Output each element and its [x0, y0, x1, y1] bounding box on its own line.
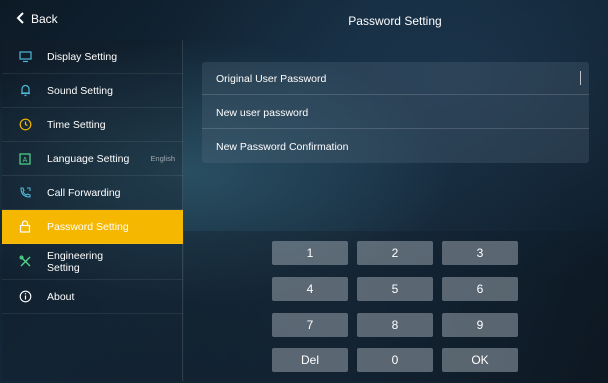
new-password-field[interactable]: New user password	[202, 96, 589, 129]
sidebar-item-label: Password Setting	[47, 220, 129, 233]
key-4[interactable]: 4	[272, 277, 348, 301]
tools-icon	[18, 255, 32, 269]
confirm-password-field[interactable]: New Password Confirmation	[202, 130, 589, 163]
key-1[interactable]: 1	[272, 241, 348, 265]
sidebar-item-call-forwarding[interactable]: Call Forwarding	[2, 176, 183, 210]
key-9[interactable]: 9	[442, 313, 518, 337]
field-label: New user password	[216, 107, 309, 119]
phone-forward-icon	[18, 186, 32, 200]
top-bar: Back Password Setting	[2, 2, 606, 40]
numeric-keypad: 1 2 3 4 5 6 7 8 9 Del 0 OK	[184, 231, 606, 381]
sidebar-item-about[interactable]: About	[2, 280, 183, 314]
sidebar-item-label: Time Setting	[47, 118, 106, 131]
key-2[interactable]: 2	[357, 241, 433, 265]
key-7[interactable]: 7	[272, 313, 348, 337]
sidebar-item-time[interactable]: Time Setting	[2, 108, 183, 142]
sidebar-item-language[interactable]: A Language Setting English	[2, 142, 183, 176]
info-icon	[18, 290, 32, 304]
sidebar-item-display[interactable]: Display Setting	[2, 40, 183, 74]
ok-button[interactable]: OK	[442, 348, 518, 372]
sidebar-item-label: Sound Setting	[47, 84, 113, 97]
sidebar-item-label: Display Setting	[47, 50, 118, 63]
sidebar-item-label: Language Setting	[47, 152, 130, 165]
original-password-field[interactable]: Original User Password	[202, 62, 589, 95]
field-label: New Password Confirmation	[216, 141, 349, 153]
sidebar-item-label: Engineering Setting	[47, 249, 104, 274]
password-form: Original User Password New user password…	[202, 62, 589, 163]
back-button[interactable]: Back	[16, 12, 58, 26]
lock-icon	[18, 220, 32, 234]
sidebar-item-label: About	[47, 290, 75, 303]
current-language: English	[150, 154, 175, 163]
monitor-icon	[18, 50, 32, 64]
bell-icon	[18, 84, 32, 98]
clock-icon	[18, 118, 32, 132]
key-3[interactable]: 3	[442, 241, 518, 265]
back-label: Back	[31, 12, 58, 26]
settings-sidebar: Display Setting Sound Setting Time Setti…	[2, 40, 183, 381]
field-label: Original User Password	[216, 73, 327, 85]
sidebar-item-label: Call Forwarding	[47, 186, 121, 199]
key-0[interactable]: 0	[357, 348, 433, 372]
delete-button[interactable]: Del	[272, 348, 348, 372]
key-6[interactable]: 6	[442, 277, 518, 301]
sidebar-item-sound[interactable]: Sound Setting	[2, 74, 183, 108]
key-8[interactable]: 8	[357, 313, 433, 337]
svg-text:A: A	[23, 157, 28, 164]
language-icon: A	[18, 152, 32, 166]
sidebar-item-engineering[interactable]: Engineering Setting	[2, 244, 183, 280]
key-5[interactable]: 5	[357, 277, 433, 301]
sidebar-item-password[interactable]: Password Setting	[2, 210, 183, 244]
chevron-left-icon	[16, 12, 25, 26]
text-cursor	[580, 71, 581, 85]
device-screen: Back Password Setting Display Setting So…	[2, 2, 606, 381]
page-title: Password Setting	[348, 14, 442, 28]
